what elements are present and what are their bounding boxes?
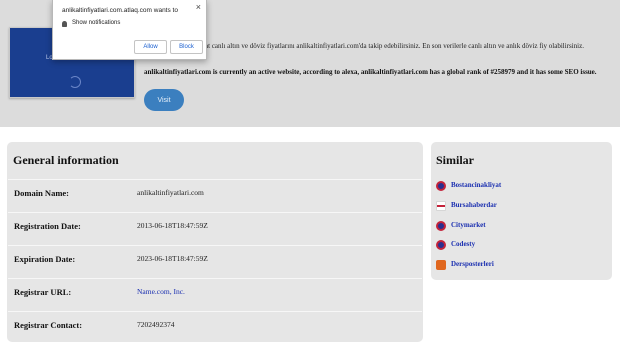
general-information-title: General information [13, 153, 119, 167]
info-row-expiration-date: Expiration Date: 2023-06-18T18:47:59Z [8, 245, 422, 271]
registrar-link[interactable]: Name.com, Inc. [137, 287, 185, 296]
similar-item-label[interactable]: Dersposterleri [451, 260, 494, 268]
dp-favicon-icon [436, 260, 446, 270]
similar-title: Similar [436, 153, 474, 167]
info-row-registration-date: Registration Date: 2013-06-18T18:47:59Z [8, 212, 422, 238]
info-value: 2013-06-18T18:47:59Z [137, 221, 208, 230]
close-icon[interactable]: × [196, 3, 201, 12]
site-favicon-icon [436, 221, 446, 231]
block-button[interactable]: Block [170, 40, 203, 54]
info-key: Registrar URL: [14, 287, 72, 297]
info-key: Registration Date: [14, 221, 81, 231]
allow-button[interactable]: Allow [134, 40, 167, 54]
similar-item-bostancinakliyat[interactable]: Bostancinakliyat [436, 179, 606, 193]
similar-item-citymarket[interactable]: Citymarket [436, 219, 606, 233]
info-value: anlikaltinfiyatlari.com [137, 188, 204, 197]
general-information-panel: General information Domain Name: anlikal… [7, 142, 423, 342]
site-rank-text: anlikaltinfiyatlari.com is currently an … [144, 68, 597, 76]
info-key: Expiration Date: [14, 254, 76, 264]
info-row-registrar-url: Registrar URL: Name.com, Inc. [8, 278, 422, 304]
similar-item-label[interactable]: Citymarket [451, 221, 486, 229]
visit-button[interactable]: Visit [144, 89, 184, 111]
info-value: 2023-06-18T18:47:59Z [137, 254, 208, 263]
site-favicon-icon [436, 240, 446, 250]
site-description: tfau aracılığıyla 24-saat canlı altın ve… [144, 42, 584, 50]
similar-item-codesty[interactable]: Codesty [436, 238, 606, 252]
bell-icon [62, 21, 67, 27]
similar-item-bursahaberdar[interactable]: Bursahaberdar [436, 199, 606, 213]
flag-favicon-icon [436, 201, 446, 211]
similar-item-label[interactable]: Bursahaberdar [451, 201, 497, 209]
info-key: Domain Name: [14, 188, 70, 198]
info-value: 7202492374 [137, 320, 175, 329]
notification-message: Show notifications [72, 20, 121, 26]
info-row-registrar-contact: Registrar Contact: 7202492374 [8, 311, 422, 337]
info-row-domain-name: Domain Name: anlikaltinfiyatlari.com [8, 179, 422, 205]
notification-permission-popup: anlikaltinfiyatlari.com.atlaq.com wants … [52, 0, 207, 60]
similar-item-label[interactable]: Codesty [451, 240, 475, 248]
notification-title: anlikaltinfiyatlari.com.atlaq.com wants … [62, 7, 178, 14]
loading-spinner-icon [69, 76, 81, 88]
similar-item-dersposterleri[interactable]: Dersposterleri [436, 258, 606, 272]
info-key: Registrar Contact: [14, 320, 83, 330]
site-favicon-icon [436, 181, 446, 191]
similar-item-label[interactable]: Bostancinakliyat [451, 181, 501, 189]
similar-sites-panel: Similar Bostancinakliyat Bursahaberdar C… [431, 142, 612, 280]
